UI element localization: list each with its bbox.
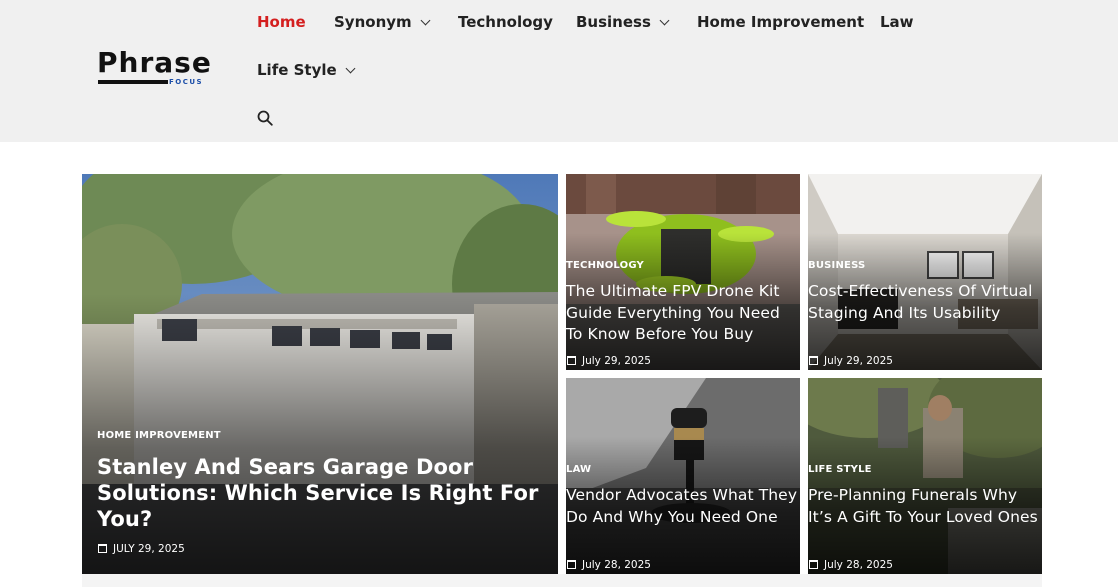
post-date-text: July 29, 2025 bbox=[824, 355, 893, 367]
post-title[interactable]: Cost-Effectiveness Of Virtual Staging An… bbox=[808, 281, 1040, 324]
nav-item-law[interactable]: Law bbox=[880, 12, 914, 32]
nav-item-life-style[interactable]: Life Style bbox=[257, 60, 356, 80]
nav-item-label: Synonym bbox=[334, 13, 412, 31]
logo-underline bbox=[98, 80, 168, 84]
featured-post-life-style[interactable]: LIFE STYLE Pre-Planning Funerals Why It’… bbox=[808, 378, 1042, 574]
nav-item-synonym[interactable]: Synonym bbox=[334, 12, 431, 32]
content-section-edge bbox=[82, 574, 1042, 587]
nav-item-label: Life Style bbox=[257, 61, 337, 79]
post-date: July 29, 2025 bbox=[567, 355, 651, 367]
post-category[interactable]: BUSINESS bbox=[808, 260, 865, 272]
post-title[interactable]: Stanley And Sears Garage Door Solutions:… bbox=[97, 454, 542, 532]
post-date-text: July 28, 2025 bbox=[824, 559, 893, 571]
post-title[interactable]: The Ultimate FPV Drone Kit Guide Everyth… bbox=[566, 281, 798, 346]
featured-post-law[interactable]: LAW Vendor Advocates What They Do And Wh… bbox=[566, 378, 800, 574]
post-category[interactable]: LAW bbox=[566, 464, 591, 476]
nav-item-home[interactable]: Home bbox=[257, 12, 306, 32]
search-icon[interactable] bbox=[257, 110, 273, 126]
post-category[interactable]: LIFE STYLE bbox=[808, 464, 872, 476]
calendar-icon bbox=[567, 356, 576, 365]
logo-subtitle: FOCUS bbox=[169, 78, 204, 86]
featured-post-technology[interactable]: TECHNOLOGY The Ultimate FPV Drone Kit Gu… bbox=[566, 174, 800, 370]
calendar-icon bbox=[809, 560, 818, 569]
chevron-down-icon bbox=[659, 15, 670, 26]
post-category[interactable]: HOME IMPROVEMENT bbox=[97, 430, 221, 442]
post-category[interactable]: TECHNOLOGY bbox=[566, 260, 644, 272]
site-header: Phrase FOCUS Home Synonym Technology Bus… bbox=[0, 0, 1118, 142]
chevron-down-icon bbox=[420, 15, 431, 26]
post-date: JULY 29, 2025 bbox=[98, 543, 185, 555]
post-title[interactable]: Pre-Planning Funerals Why It’s A Gift To… bbox=[808, 485, 1040, 528]
nav-item-technology[interactable]: Technology bbox=[458, 12, 553, 32]
post-date-text: July 29, 2025 bbox=[582, 355, 651, 367]
featured-post-large[interactable]: HOME IMPROVEMENT Stanley And Sears Garag… bbox=[82, 174, 558, 574]
nav-item-label: Business bbox=[576, 13, 651, 31]
post-date-text: July 28, 2025 bbox=[582, 559, 651, 571]
nav-item-business[interactable]: Business bbox=[576, 12, 670, 32]
chevron-down-icon bbox=[345, 63, 356, 74]
calendar-icon bbox=[98, 544, 107, 553]
site-logo[interactable]: Phrase FOCUS bbox=[97, 48, 227, 90]
nav-item-home-improvement[interactable]: Home Improvement bbox=[697, 12, 864, 32]
featured-post-business[interactable]: BUSINESS Cost-Effectiveness Of Virtual S… bbox=[808, 174, 1042, 370]
post-title[interactable]: Vendor Advocates What They Do And Why Yo… bbox=[566, 485, 800, 528]
post-date: July 28, 2025 bbox=[809, 559, 893, 571]
calendar-icon bbox=[567, 560, 576, 569]
post-date: July 29, 2025 bbox=[809, 355, 893, 367]
post-date: July 28, 2025 bbox=[567, 559, 651, 571]
calendar-icon bbox=[809, 356, 818, 365]
post-date-text: JULY 29, 2025 bbox=[113, 543, 185, 555]
logo-wordmark: Phrase bbox=[97, 46, 212, 79]
